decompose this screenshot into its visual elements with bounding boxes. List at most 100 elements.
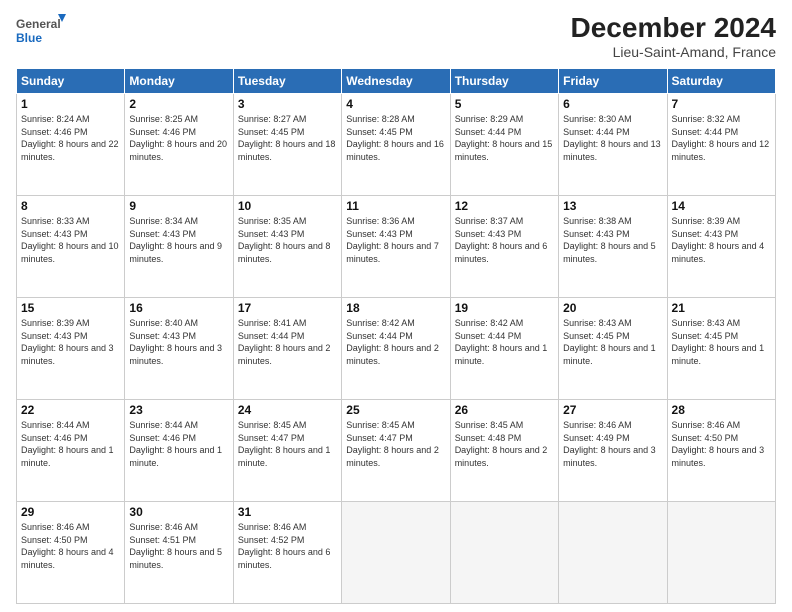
day-info-line: Sunrise: 8:30 AM [563,114,632,124]
day-info-line: Sunrise: 8:33 AM [21,216,90,226]
day-info-line: Daylight: 8 hours and 3 minutes. [563,445,656,468]
day-number: 3 [238,97,337,111]
day-info-line: Daylight: 8 hours and 20 minutes. [129,139,227,162]
day-info-line: Sunrise: 8:46 AM [563,420,632,430]
day-number: 21 [672,301,771,315]
day-info-line: Sunset: 4:46 PM [129,127,196,137]
day-info: Sunrise: 8:39 AMSunset: 4:43 PMDaylight:… [21,317,120,367]
day-number: 19 [455,301,554,315]
day-info-line: Sunrise: 8:42 AM [346,318,415,328]
table-row: 5Sunrise: 8:29 AMSunset: 4:44 PMDaylight… [450,94,558,196]
day-info-line: Daylight: 8 hours and 6 minutes. [455,241,548,264]
table-row: 20Sunrise: 8:43 AMSunset: 4:45 PMDayligh… [559,298,667,400]
day-info-line: Sunset: 4:43 PM [672,229,739,239]
day-info-line: Sunset: 4:43 PM [21,331,88,341]
table-row: 19Sunrise: 8:42 AMSunset: 4:44 PMDayligh… [450,298,558,400]
col-saturday: Saturday [667,69,775,94]
table-row: 9Sunrise: 8:34 AMSunset: 4:43 PMDaylight… [125,196,233,298]
day-info-line: Daylight: 8 hours and 1 minute. [21,445,114,468]
day-number: 4 [346,97,445,111]
day-info: Sunrise: 8:33 AMSunset: 4:43 PMDaylight:… [21,215,120,265]
day-info-line: Daylight: 8 hours and 7 minutes. [346,241,439,264]
day-info-line: Sunrise: 8:46 AM [238,522,307,532]
day-info: Sunrise: 8:35 AMSunset: 4:43 PMDaylight:… [238,215,337,265]
day-info: Sunrise: 8:46 AMSunset: 4:50 PMDaylight:… [21,521,120,571]
table-row [450,502,558,604]
day-number: 26 [455,403,554,417]
calendar-week-row: 15Sunrise: 8:39 AMSunset: 4:43 PMDayligh… [17,298,776,400]
day-info-line: Sunrise: 8:27 AM [238,114,307,124]
day-info-line: Daylight: 8 hours and 10 minutes. [21,241,119,264]
day-info: Sunrise: 8:34 AMSunset: 4:43 PMDaylight:… [129,215,228,265]
day-number: 29 [21,505,120,519]
day-info-line: Sunrise: 8:34 AM [129,216,198,226]
day-info-line: Sunset: 4:46 PM [21,433,88,443]
day-info: Sunrise: 8:45 AMSunset: 4:47 PMDaylight:… [346,419,445,469]
table-row: 16Sunrise: 8:40 AMSunset: 4:43 PMDayligh… [125,298,233,400]
table-row: 21 Sunrise: 8:43 AMSunset: 4:45 PMDayligh… [667,298,775,400]
calendar-week-row: 29 Sunrise: 8:46 AMSunset: 4:50 PMDayligh… [17,502,776,604]
day-number: 10 [238,199,337,213]
day-info-line: Sunset: 4:44 PM [455,127,522,137]
table-row: 25Sunrise: 8:45 AMSunset: 4:47 PMDayligh… [342,400,450,502]
day-info-line: Daylight: 8 hours and 3 minutes. [672,445,765,468]
day-info: Sunrise: 8:45 AMSunset: 4:47 PMDaylight:… [238,419,337,469]
day-info-line: Sunset: 4:47 PM [238,433,305,443]
day-info-line: Sunrise: 8:24 AM [21,114,90,124]
day-info: Sunrise: 8:29 AMSunset: 4:44 PMDaylight:… [455,113,554,163]
day-number: 28 [672,403,771,417]
day-info-line: Sunrise: 8:45 AM [346,420,415,430]
day-info-line: Daylight: 8 hours and 5 minutes. [129,547,222,570]
day-info: Sunrise: 8:43 AMSunset: 4:45 PMDaylight:… [672,317,771,367]
day-info-line: Sunrise: 8:29 AM [455,114,524,124]
day-info-line: Daylight: 8 hours and 1 minute. [129,445,222,468]
day-info-line: Sunset: 4:44 PM [238,331,305,341]
table-row: 10 Sunrise: 8:35 AMSunset: 4:43 PMDayligh… [233,196,341,298]
day-number: 22 [21,403,120,417]
day-info-line: Sunrise: 8:46 AM [21,522,90,532]
day-number: 27 [563,403,662,417]
calendar-week-row: 22 Sunrise: 8:44 AMSunset: 4:46 PMDayligh… [17,400,776,502]
day-info-line: Sunset: 4:43 PM [129,229,196,239]
page: General Blue December 2024 Lieu-Saint-Am… [0,0,792,612]
calendar-subtitle: Lieu-Saint-Amand, France [571,44,776,60]
day-info-line: Sunset: 4:46 PM [21,127,88,137]
table-row: 31Sunrise: 8:46 AMSunset: 4:52 PMDayligh… [233,502,341,604]
table-row: 12Sunrise: 8:37 AMSunset: 4:43 PMDayligh… [450,196,558,298]
day-info-line: Sunset: 4:48 PM [455,433,522,443]
day-info-line: Daylight: 8 hours and 4 minutes. [21,547,114,570]
day-number: 14 [672,199,771,213]
day-info-line: Daylight: 8 hours and 5 minutes. [563,241,656,264]
day-info: Sunrise: 8:37 AMSunset: 4:43 PMDaylight:… [455,215,554,265]
day-info-line: Sunrise: 8:39 AM [21,318,90,328]
col-monday: Monday [125,69,233,94]
day-info-line: Sunset: 4:45 PM [672,331,739,341]
day-info-line: Sunrise: 8:45 AM [455,420,524,430]
day-info-line: Daylight: 8 hours and 8 minutes. [238,241,331,264]
table-row: 3Sunrise: 8:27 AMSunset: 4:45 PMDaylight… [233,94,341,196]
day-info-line: Sunrise: 8:38 AM [563,216,632,226]
day-info: Sunrise: 8:42 AMSunset: 4:44 PMDaylight:… [346,317,445,367]
day-number: 9 [129,199,228,213]
day-info-line: Daylight: 8 hours and 3 minutes. [129,343,222,366]
day-info: Sunrise: 8:30 AMSunset: 4:44 PMDaylight:… [563,113,662,163]
day-info-line: Sunset: 4:45 PM [563,331,630,341]
table-row: 23Sunrise: 8:44 AMSunset: 4:46 PMDayligh… [125,400,233,502]
day-info-line: Sunset: 4:43 PM [129,331,196,341]
day-info-line: Sunrise: 8:39 AM [672,216,741,226]
day-number: 17 [238,301,337,315]
day-info-line: Daylight: 8 hours and 12 minutes. [672,139,770,162]
day-number: 1 [21,97,120,111]
day-info-line: Daylight: 8 hours and 4 minutes. [672,241,765,264]
day-number: 30 [129,505,228,519]
day-info-line: Daylight: 8 hours and 2 minutes. [238,343,331,366]
day-info-line: Sunrise: 8:42 AM [455,318,524,328]
day-info-line: Sunset: 4:45 PM [238,127,305,137]
col-wednesday: Wednesday [342,69,450,94]
day-info: Sunrise: 8:40 AMSunset: 4:43 PMDaylight:… [129,317,228,367]
day-info: Sunrise: 8:44 AMSunset: 4:46 PMDaylight:… [21,419,120,469]
day-info-line: Daylight: 8 hours and 6 minutes. [238,547,331,570]
calendar-header-row: Sunday Monday Tuesday Wednesday Thursday… [17,69,776,94]
calendar-week-row: 8Sunrise: 8:33 AMSunset: 4:43 PMDaylight… [17,196,776,298]
title-block: December 2024 Lieu-Saint-Amand, France [571,12,776,60]
